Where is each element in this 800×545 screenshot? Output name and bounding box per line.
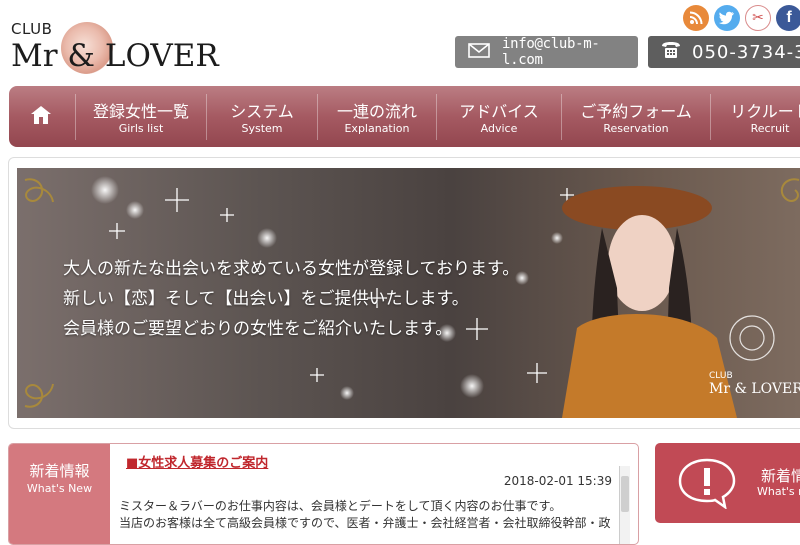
mail-icon bbox=[468, 42, 490, 62]
scrollbar-thumb[interactable] bbox=[621, 476, 629, 512]
email-text: info@club-m-l.com bbox=[502, 36, 600, 68]
nav-label-ja: 登録女性一覧 bbox=[92, 102, 189, 121]
logo-club-text: CLUB bbox=[11, 20, 53, 38]
nav-label-ja: システム bbox=[230, 102, 294, 121]
nav-reservation[interactable]: ご予約フォーム Reservation bbox=[562, 86, 710, 147]
rss-icon[interactable] bbox=[683, 5, 709, 31]
phone-icon bbox=[660, 40, 682, 64]
nav-label-ja: アドバイス bbox=[459, 102, 539, 121]
nav-label-en: Recruit bbox=[750, 122, 790, 135]
hero-text-line: 大人の新たな出会いを求めている女性が登録しております。 bbox=[63, 259, 520, 279]
main-nav: 登録女性一覧 Girls list システム System 一連の流れ Expl… bbox=[9, 86, 800, 147]
hero-text-line: 会員様のご要望どおりの女性をご紹介いたします。 bbox=[63, 319, 453, 339]
news-title-link[interactable]: ■女性求人募集のご案内 bbox=[126, 452, 268, 471]
news-label-en: What's New bbox=[26, 482, 93, 495]
nav-label-en: Advice bbox=[480, 122, 518, 135]
news-right-label-ja: 新着情 bbox=[761, 467, 800, 485]
nav-label-en: Girls list bbox=[118, 122, 164, 135]
news-date: 2018-02-01 15:39 bbox=[503, 474, 612, 488]
nav-label-ja: ご予約フォーム bbox=[580, 102, 692, 121]
alert-icon bbox=[677, 457, 737, 513]
phone-text: 050-3734-383 bbox=[692, 41, 800, 63]
phone-button[interactable]: 050-3734-383 bbox=[648, 36, 800, 68]
email-button[interactable]: info@club-m-l.com bbox=[455, 36, 638, 68]
twitter-icon[interactable] bbox=[714, 5, 740, 31]
nav-advice[interactable]: アドバイス Advice bbox=[437, 86, 561, 147]
logo-name-text: Mr & LOVER bbox=[11, 38, 219, 74]
nav-recruit[interactable]: リクルート Recruit bbox=[711, 86, 800, 147]
hero-text-line: 新しい【恋】そして【出会い】をご提供いたします。 bbox=[63, 289, 469, 309]
nav-explanation[interactable]: 一連の流れ Explanation bbox=[318, 86, 436, 147]
hero-watermark-name: Mr & LOVER bbox=[709, 381, 800, 397]
news-label-ja: 新着情報 bbox=[29, 462, 90, 480]
news-body: ミスター＆ラバーのお仕事内容は、会員様とデートをして頂く内容のお仕事です。 当店… bbox=[119, 498, 611, 532]
nav-home[interactable] bbox=[9, 86, 75, 147]
site-logo[interactable]: CLUB Mr & LOVER bbox=[9, 8, 249, 78]
hatena-icon[interactable]: ✂ bbox=[745, 5, 771, 31]
home-icon bbox=[30, 105, 52, 129]
nav-label-en: System bbox=[241, 122, 283, 135]
nav-label-en: Explanation bbox=[344, 122, 410, 135]
news-right-panel[interactable]: 新着情 What's n bbox=[655, 443, 800, 523]
news-box: 新着情報 What's New ■女性求人募集のご案内 2018-02-01 1… bbox=[8, 443, 639, 545]
news-scrollbar[interactable] bbox=[619, 466, 630, 544]
hero-banner[interactable]: 大人の新たな出会いを求めている女性が登録しております。 新しい【恋】そして【出会… bbox=[17, 168, 800, 418]
nav-girls-list[interactable]: 登録女性一覧 Girls list bbox=[76, 86, 206, 147]
news-body-line: ミスター＆ラバーのお仕事内容は、会員様とデートをして頂く内容のお仕事です。 bbox=[119, 499, 562, 513]
news-label: 新着情報 What's New bbox=[9, 444, 110, 544]
nav-label-ja: 一連の流れ bbox=[336, 102, 417, 121]
news-right-label-en: What's n bbox=[757, 485, 800, 498]
nav-label-en: Reservation bbox=[603, 122, 669, 135]
hero-watermark-club: CLUB bbox=[709, 371, 733, 381]
nav-system[interactable]: システム System bbox=[207, 86, 317, 147]
news-body-line: 当店のお客様は全て高級会員様ですので、医者・弁護士・会社経営者・会社取締役幹部・… bbox=[119, 516, 611, 530]
facebook-icon[interactable]: f bbox=[776, 5, 800, 31]
nav-label-ja: リクルート bbox=[730, 102, 800, 121]
